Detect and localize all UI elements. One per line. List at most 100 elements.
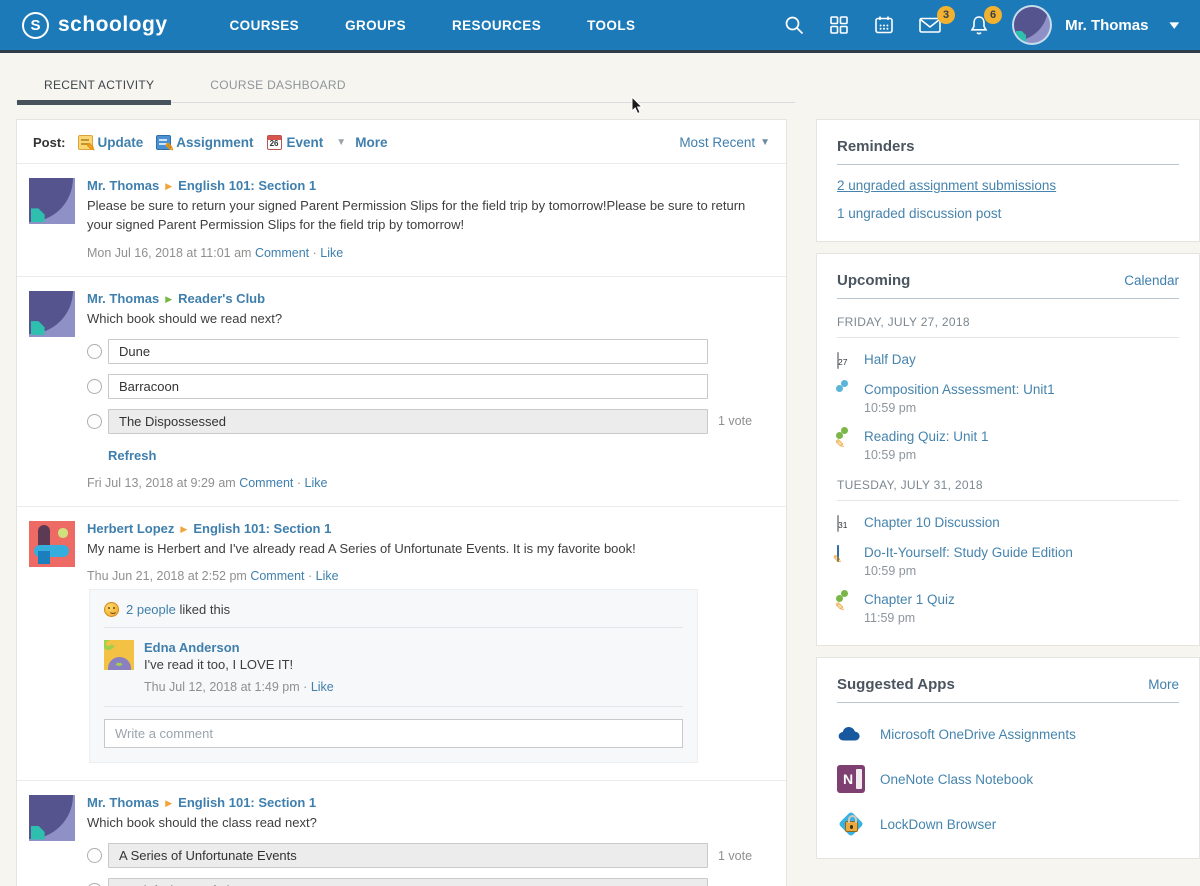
post-update-button[interactable]: Update bbox=[78, 135, 144, 150]
post-assignment-button[interactable]: Assignment bbox=[156, 135, 253, 150]
write-comment-input[interactable] bbox=[104, 719, 683, 748]
liked-people-link[interactable]: 2 people bbox=[126, 602, 176, 617]
poll-option-label: Dune bbox=[108, 339, 708, 364]
avatar[interactable] bbox=[104, 640, 134, 670]
event-time: 10:59 pm bbox=[864, 448, 989, 462]
nav-groups[interactable]: GROUPS bbox=[345, 18, 406, 33]
post-toolbar: Post: Update Assignment 26 Event More Mo… bbox=[17, 120, 786, 164]
liked-row: 2 people liked this bbox=[104, 602, 683, 628]
tab-course-dashboard[interactable]: COURSE DASHBOARD bbox=[182, 69, 374, 103]
comment-thread: 2 people liked this Edna Anderson I've r… bbox=[89, 589, 698, 763]
like-link[interactable]: Like bbox=[305, 476, 328, 490]
like-link[interactable]: Like bbox=[316, 569, 339, 583]
radio-button[interactable] bbox=[87, 344, 102, 359]
post-footer: Fri Jul 13, 2018 at 9:29 am Comment · Li… bbox=[87, 476, 774, 490]
comment-link[interactable]: Comment bbox=[250, 569, 304, 583]
app-link[interactable]: OneNote Class Notebook bbox=[880, 772, 1033, 787]
user-name[interactable]: Mr. Thomas bbox=[1065, 17, 1148, 34]
tab-recent-activity[interactable]: RECENT ACTIVITY bbox=[16, 69, 182, 103]
post-date: Thu Jun 21, 2018 at 2:52 pm bbox=[87, 569, 247, 583]
post-author-link[interactable]: Herbert Lopez bbox=[87, 521, 174, 536]
comment-author-link[interactable]: Edna Anderson bbox=[144, 640, 240, 655]
event-link[interactable]: Half Day bbox=[864, 352, 916, 367]
assignment-icon bbox=[837, 545, 839, 562]
mouse-cursor bbox=[631, 96, 645, 119]
avatar[interactable] bbox=[29, 521, 75, 567]
post-footer: Mon Jul 16, 2018 at 11:01 am Comment · L… bbox=[87, 246, 774, 260]
top-navbar: S schoology COURSES GROUPS RESOURCES TOO… bbox=[0, 0, 1200, 53]
lockdown-browser-icon bbox=[837, 810, 865, 838]
messages-icon[interactable]: 3 bbox=[918, 14, 944, 36]
avatar[interactable] bbox=[29, 291, 75, 337]
poll-option: Barracoon bbox=[87, 374, 774, 399]
post-target-link[interactable]: Reader's Club bbox=[178, 291, 265, 306]
activity-feed: Post: Update Assignment 26 Event More Mo… bbox=[16, 119, 787, 886]
event-link[interactable]: Do-It-Yourself: Study Guide Edition bbox=[864, 545, 1073, 560]
post-target-link[interactable]: English 101: Section 1 bbox=[178, 795, 316, 810]
user-avatar[interactable] bbox=[1014, 7, 1050, 43]
app-link[interactable]: LockDown Browser bbox=[880, 817, 996, 832]
onedrive-cloud-icon bbox=[837, 720, 865, 748]
comment-link[interactable]: Comment bbox=[239, 476, 293, 490]
calendar-link[interactable]: Calendar bbox=[1124, 273, 1179, 288]
post-event-button[interactable]: 26 Event bbox=[267, 135, 324, 150]
calendar-icon[interactable] bbox=[873, 14, 895, 36]
feed-post: Mr. Thomas Reader's Club Which book shoul… bbox=[17, 276, 786, 506]
primary-nav: COURSES GROUPS RESOURCES TOOLS bbox=[230, 18, 636, 33]
comment-date: Thu Jul 12, 2018 at 1:49 pm · Like bbox=[144, 680, 334, 694]
suggested-apps-card: Suggested Apps More Microsoft OneDrive A… bbox=[816, 657, 1200, 859]
event-link[interactable]: Reading Quiz: Unit 1 bbox=[864, 429, 989, 444]
poll-refresh-link[interactable]: Refresh bbox=[108, 448, 156, 463]
notifications-bell-icon[interactable]: 6 bbox=[967, 14, 991, 37]
event-link[interactable]: Composition Assessment: Unit1 bbox=[864, 382, 1055, 397]
like-link[interactable]: Like bbox=[311, 680, 334, 694]
post-author-link[interactable]: Mr. Thomas bbox=[87, 178, 159, 193]
post-target-link[interactable]: English 101: Section 1 bbox=[178, 178, 316, 193]
poll-option: Dune bbox=[87, 339, 774, 364]
post-body: Please be sure to return your signed Par… bbox=[87, 197, 774, 235]
onenote-icon: N bbox=[837, 765, 865, 793]
poll-votes: 1 vote bbox=[718, 414, 752, 428]
app-link[interactable]: Microsoft OneDrive Assignments bbox=[880, 727, 1076, 742]
post-author-link[interactable]: Mr. Thomas bbox=[87, 291, 159, 306]
assignment-icon bbox=[156, 135, 171, 150]
upcoming-event: Chapter 1 Quiz 11:59 pm bbox=[837, 592, 1179, 625]
event-link[interactable]: Chapter 10 Discussion bbox=[864, 515, 1000, 530]
breadcrumb-arrow-icon bbox=[165, 294, 172, 304]
post-author-link[interactable]: Mr. Thomas bbox=[87, 795, 159, 810]
feed-post: Mr. ThomasEnglish 101: Section 1 Which b… bbox=[17, 780, 786, 886]
nav-tools[interactable]: TOOLS bbox=[587, 18, 635, 33]
breadcrumb-arrow-icon bbox=[180, 524, 187, 534]
radio-button[interactable] bbox=[87, 414, 102, 429]
poll-option-label: A Series of Unfortunate Events bbox=[108, 843, 708, 868]
reminders-title: Reminders bbox=[837, 138, 915, 155]
search-icon[interactable] bbox=[783, 14, 805, 36]
event-time: 10:59 pm bbox=[864, 401, 1055, 415]
sort-dropdown[interactable]: Most Recent bbox=[679, 135, 770, 150]
more-apps-link[interactable]: More bbox=[1148, 677, 1179, 692]
radio-button[interactable] bbox=[87, 848, 102, 863]
event-time: 11:59 pm bbox=[864, 611, 955, 625]
messages-badge: 3 bbox=[937, 6, 955, 24]
like-link[interactable]: Like bbox=[320, 246, 343, 260]
upcoming-event: Composition Assessment: Unit1 10:59 pm bbox=[837, 382, 1179, 415]
post-target-link[interactable]: English 101: Section 1 bbox=[193, 521, 331, 536]
event-link[interactable]: Chapter 1 Quiz bbox=[864, 592, 955, 607]
apps-grid-icon[interactable] bbox=[828, 14, 850, 36]
schoology-logo[interactable]: S schoology bbox=[22, 12, 168, 39]
avatar[interactable] bbox=[29, 178, 75, 224]
nav-resources[interactable]: RESOURCES bbox=[452, 18, 541, 33]
post-date: Fri Jul 13, 2018 at 9:29 am bbox=[87, 476, 236, 490]
comment-link[interactable]: Comment bbox=[255, 246, 309, 260]
chevron-down-icon[interactable] bbox=[1170, 17, 1180, 33]
poll-question: Which book should we read next? bbox=[87, 310, 774, 329]
radio-button[interactable] bbox=[87, 379, 102, 394]
schoology-logo-icon: S bbox=[22, 12, 49, 39]
post-more-button[interactable]: More bbox=[336, 135, 387, 150]
poll-option-label: A Brief History of Time bbox=[108, 878, 708, 886]
reminder-link[interactable]: 2 ungraded assignment submissions bbox=[837, 178, 1179, 193]
avatar[interactable] bbox=[29, 795, 75, 841]
poll-option: A Series of Unfortunate Events 1 vote bbox=[87, 843, 774, 868]
reminder-link[interactable]: 1 ungraded discussion post bbox=[837, 206, 1179, 221]
nav-courses[interactable]: COURSES bbox=[230, 18, 300, 33]
